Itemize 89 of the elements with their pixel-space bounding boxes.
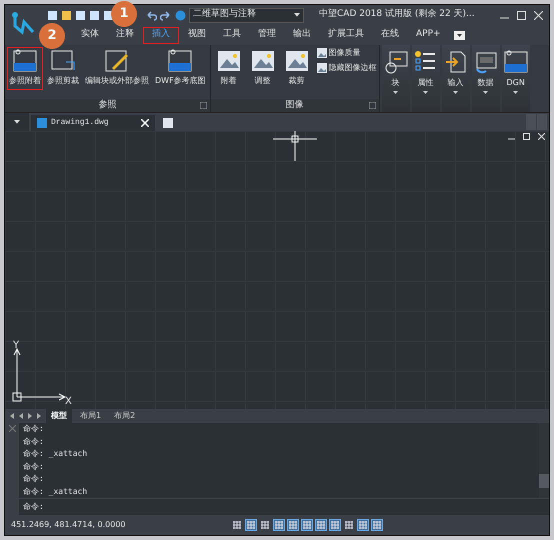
caret-icon: [483, 91, 488, 94]
ribbon-tab[interactable]: 注释: [108, 26, 142, 44]
ribbon-tab[interactable]: APP+: [408, 26, 449, 44]
caret-icon: [423, 91, 428, 94]
ribbon-panel-button[interactable]: 块: [382, 45, 410, 112]
first-page-icon[interactable]: [8, 412, 16, 420]
caret-icon: [513, 91, 518, 94]
maximize-icon[interactable]: [517, 10, 526, 20]
caret-icon: [453, 91, 458, 94]
grid-icon: [359, 521, 367, 529]
status-toggle[interactable]: [329, 519, 341, 531]
restore-icon[interactable]: [523, 133, 530, 140]
status-toggle[interactable]: [357, 519, 369, 531]
status-toggle[interactable]: [315, 519, 327, 531]
ribbon-tab[interactable]: 工具: [215, 26, 249, 44]
grid-icon: [373, 521, 381, 529]
crosshair-cursor: [273, 131, 317, 161]
command-line: 命令:: [23, 473, 45, 485]
layout-tab[interactable]: 模型: [46, 409, 72, 423]
launcher-icon[interactable]: [368, 102, 376, 109]
last-page-icon[interactable]: [35, 412, 43, 420]
command-line: 命令:: [23, 460, 45, 472]
grid-icon: [261, 521, 269, 529]
grid-icon: [275, 521, 283, 529]
caret-icon: [294, 13, 300, 17]
ribbon-tab[interactable]: 管理: [250, 26, 284, 44]
x-axis-label: X: [65, 395, 72, 409]
status-toggle[interactable]: [245, 519, 257, 531]
status-toggle[interactable]: [231, 519, 243, 531]
redo-icon[interactable]: [160, 10, 172, 20]
dropdown-icon[interactable]: [454, 30, 465, 40]
ribbon-tab[interactable]: 扩展工具: [320, 26, 372, 44]
status-toggle[interactable]: [287, 519, 299, 531]
ribbon-tab[interactable]: 插入: [143, 26, 179, 44]
caret-icon: [14, 120, 20, 124]
tab-menu-button[interactable]: [5, 113, 29, 131]
ribbon-button[interactable]: 调整: [246, 47, 279, 90]
status-toggle[interactable]: [301, 519, 313, 531]
command-input[interactable]: 命令:: [19, 499, 549, 515]
ribbon-small-button[interactable]: 图像质量: [316, 47, 377, 59]
ribbon-panel-button[interactable]: DGN: [502, 45, 530, 112]
ribbon-panel-button[interactable]: 输入: [442, 45, 470, 112]
ribbon-panel-button[interactable]: 属性: [412, 45, 440, 112]
command-line: 命令: _xattach: [23, 448, 88, 460]
coordinates: 451.2469, 481.4714, 0.0000: [11, 519, 127, 531]
scrollbar[interactable]: [539, 423, 549, 498]
y-axis-label: Y: [13, 339, 20, 353]
layout-tab[interactable]: 布局1: [75, 409, 106, 423]
undo-icon[interactable]: [145, 10, 157, 20]
status-toggle[interactable]: [371, 519, 383, 531]
ribbon-button[interactable]: 参照附着: [7, 47, 43, 90]
ribbon-tab[interactable]: 在线: [373, 26, 407, 44]
ribbon-panel-button[interactable]: 数据: [472, 45, 500, 112]
grid-icon: [303, 521, 311, 529]
ribbon-button[interactable]: 编辑块或外部参照: [83, 47, 151, 90]
group-title: 参照: [98, 98, 116, 112]
command-line: 命令:: [23, 436, 45, 448]
ribbon-tab[interactable]: 实体: [73, 26, 107, 44]
command-line: 命令:: [23, 423, 45, 435]
grid-icon: [317, 521, 325, 529]
grid-icon: [247, 521, 255, 529]
grid-icon: [289, 521, 297, 529]
group-title: 图像: [286, 98, 304, 112]
ribbon-button[interactable]: 裁剪: [280, 47, 313, 90]
ribbon-tab[interactable]: 输出: [285, 26, 319, 44]
layout-tab[interactable]: 布局2: [109, 409, 140, 423]
status-toggle[interactable]: [343, 519, 355, 531]
status-toggle[interactable]: [273, 519, 285, 531]
ribbon-button[interactable]: 附着: [212, 47, 245, 90]
status-toggle[interactable]: [259, 519, 271, 531]
ribbon-button[interactable]: 参照剪裁: [45, 47, 81, 90]
ribbon-button[interactable]: DWF参考底图: [153, 47, 208, 90]
grid-icon: [233, 521, 241, 529]
folder-icon[interactable]: [61, 10, 72, 20]
previous-icon[interactable]: [17, 412, 25, 420]
ribbon-tab[interactable]: 视图: [180, 26, 214, 44]
grid-icon: [345, 521, 353, 529]
launcher-icon[interactable]: [200, 102, 207, 109]
next-icon[interactable]: [26, 412, 34, 420]
window-title: 中望CAD 2018 试用版 (剩余 22 天)...: [319, 8, 475, 22]
caret-icon: [393, 91, 398, 94]
command-line: 命令: _xattach: [23, 486, 88, 498]
image-icon: [316, 48, 327, 58]
image-icon: [316, 63, 327, 73]
ribbon-small-button[interactable]: 隐藏图像边框: [316, 62, 377, 74]
grid-icon: [331, 521, 339, 529]
document-tab[interactable]: Drawing1.dwg: [31, 115, 155, 131]
workspace-dropdown[interactable]: 二维草图与注释: [189, 8, 304, 22]
drawing-canvas[interactable]: Y X: [5, 131, 549, 409]
